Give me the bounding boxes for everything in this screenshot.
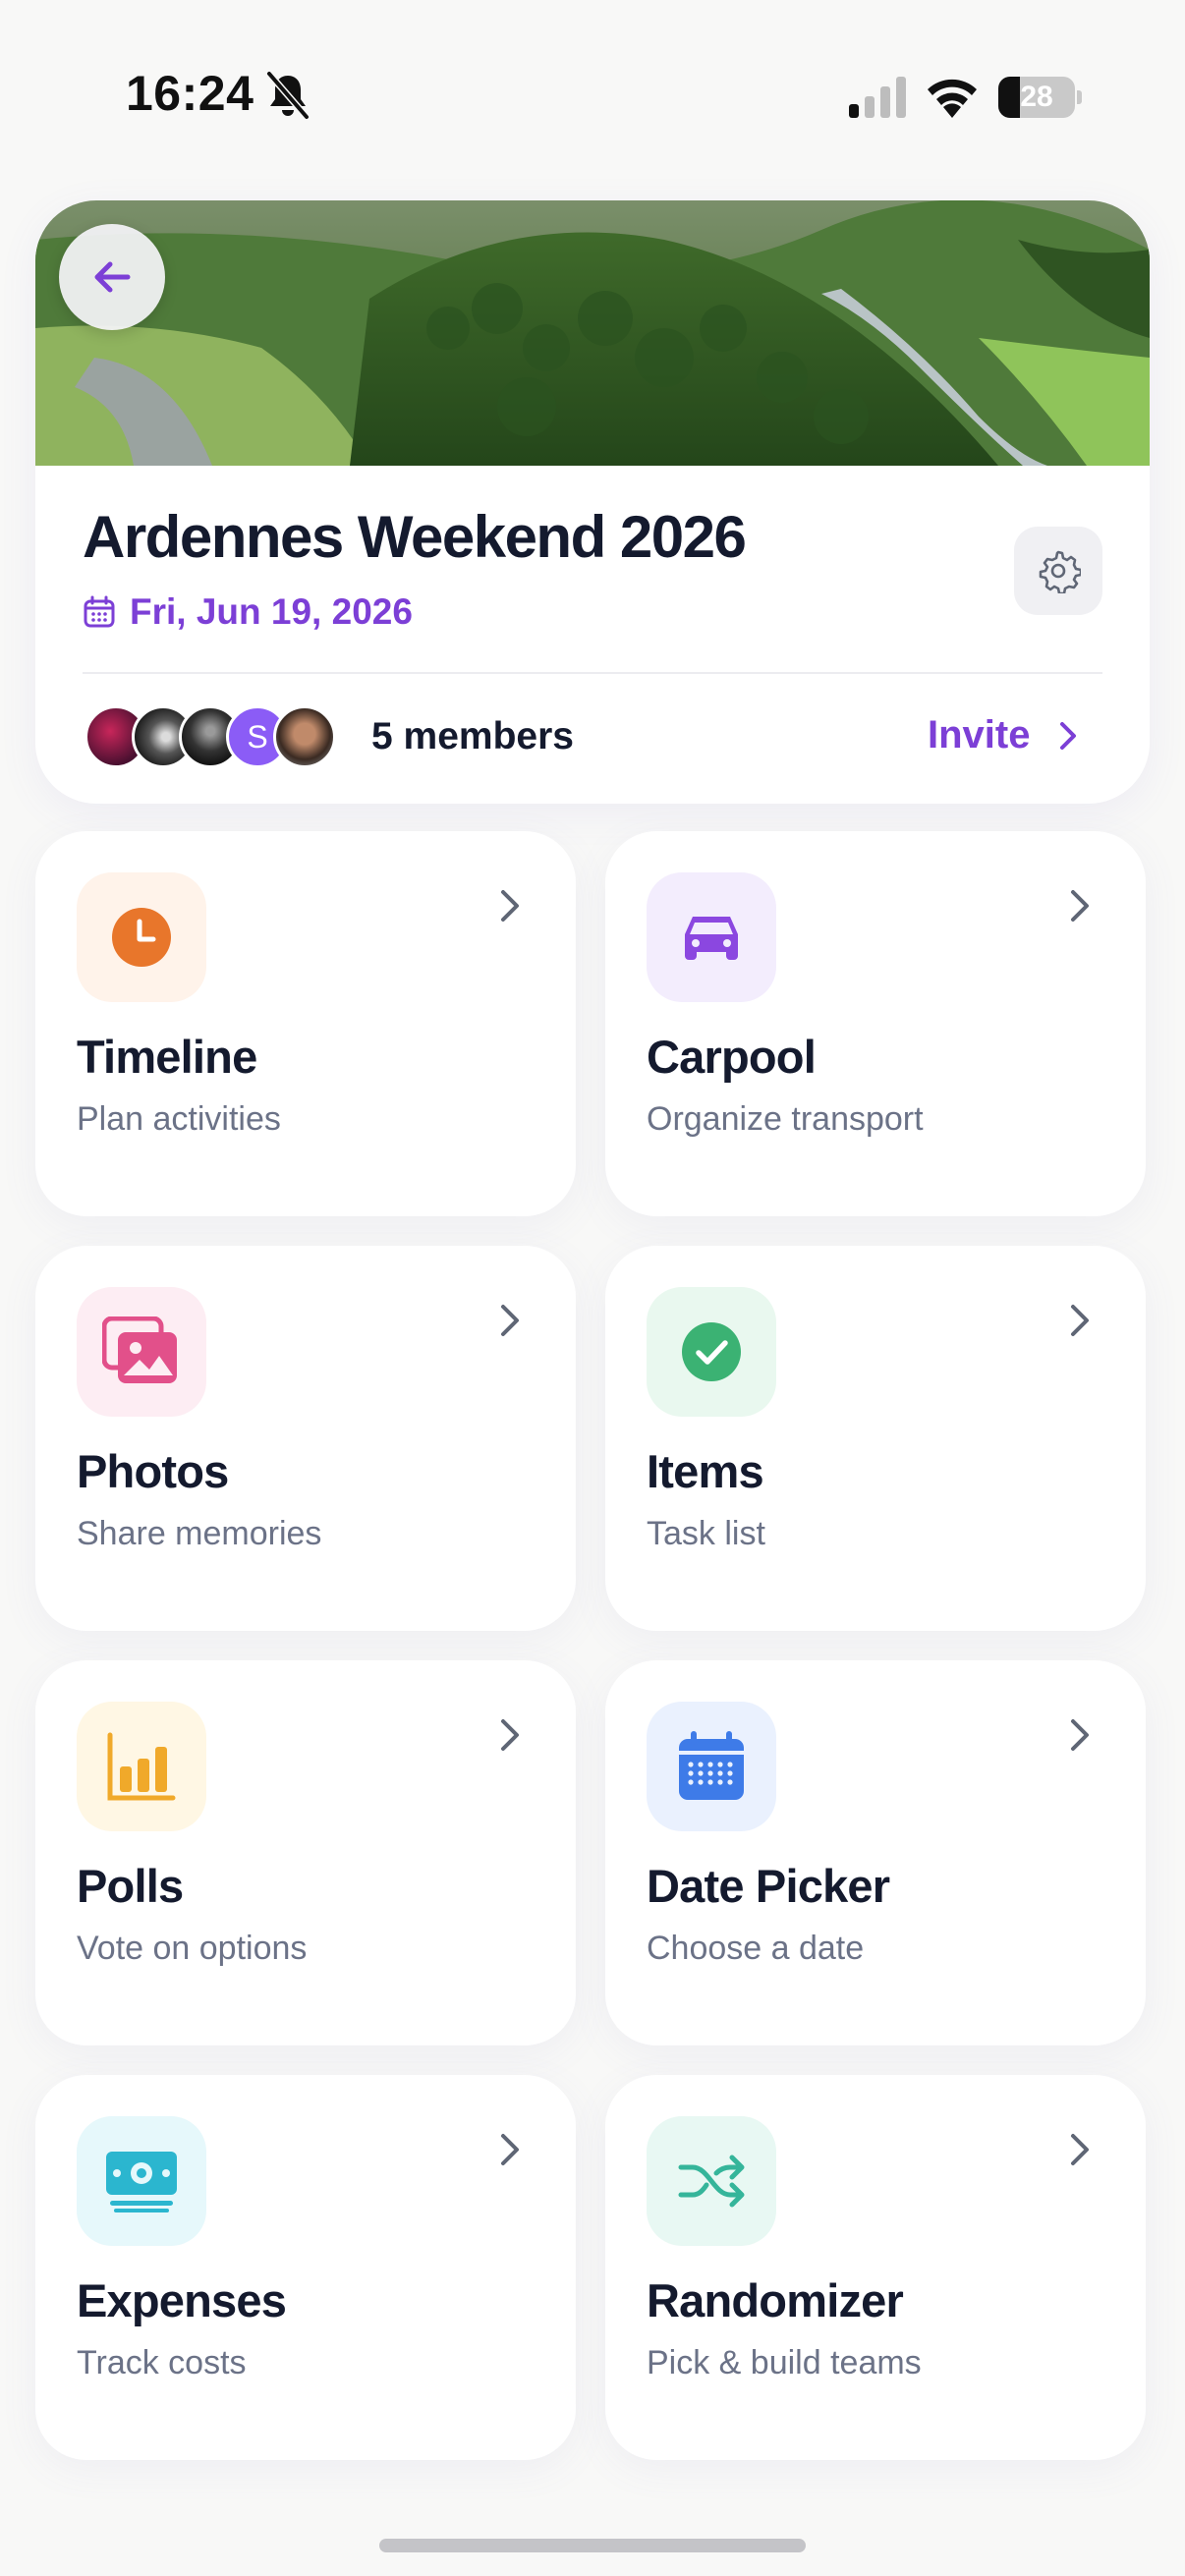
status-bar: 16:24 28 [0, 0, 1185, 187]
feature-card-randomizer[interactable]: Randomizer Pick & build teams [605, 2075, 1146, 2460]
calendar-icon [84, 595, 115, 628]
chevron-right-icon [1060, 721, 1077, 750]
chevron-right-icon [1071, 1305, 1089, 1336]
feature-card-timeline[interactable]: Timeline Plan activities [35, 831, 576, 1216]
feature-title: Randomizer [647, 2274, 904, 2326]
feature-card-carpool[interactable]: Carpool Organize transport [605, 831, 1146, 1216]
feature-subtitle: Choose a date [647, 1930, 865, 1967]
chevron-right-icon [1071, 2134, 1089, 2165]
feature-subtitle: Share memories [77, 1515, 322, 1552]
feature-title: Date Picker [647, 1860, 890, 1912]
battery-icon: 28 [998, 77, 1082, 118]
feature-subtitle: Track costs [77, 2344, 247, 2381]
feature-card-date-picker[interactable]: Date Picker Choose a date [605, 1660, 1146, 2045]
feature-title: Expenses [77, 2274, 287, 2326]
trip-title: Ardennes Weekend 2026 [83, 504, 747, 570]
hero-landscape-image [35, 200, 1150, 466]
member-avatars[interactable]: S [85, 705, 340, 770]
feature-title: Carpool [647, 1031, 817, 1083]
status-time: 16:24 [126, 66, 254, 121]
header-divider [83, 672, 1102, 674]
feature-title: Polls [77, 1860, 184, 1912]
chevron-right-icon [1071, 890, 1089, 922]
feature-card-items[interactable]: Items Task list [605, 1246, 1146, 1631]
invite-label: Invite [928, 713, 1031, 756]
feature-card-photos[interactable]: Photos Share memories [35, 1246, 576, 1631]
feature-title: Items [647, 1445, 764, 1497]
back-button[interactable] [59, 224, 165, 330]
photos-icon [77, 1287, 206, 1417]
arrow-left-icon [94, 261, 131, 293]
wifi-icon [928, 79, 977, 118]
feature-subtitle: Pick & build teams [647, 2344, 922, 2381]
chevron-right-icon [501, 1719, 519, 1751]
chevron-right-icon [501, 2134, 519, 2165]
settings-button[interactable] [1014, 527, 1102, 615]
bar-chart-icon [77, 1702, 206, 1831]
gear-icon [1039, 550, 1081, 593]
chevron-right-icon [501, 1305, 519, 1336]
feature-subtitle: Plan activities [77, 1100, 281, 1138]
cash-icon [77, 2116, 206, 2246]
calendar-grid-icon [647, 1702, 776, 1831]
bell-slash-icon [266, 71, 310, 120]
feature-subtitle: Task list [647, 1515, 765, 1552]
chevron-right-icon [501, 890, 519, 922]
car-icon [647, 872, 776, 1002]
cellular-signal-icon [849, 77, 906, 118]
feature-subtitle: Vote on options [77, 1930, 308, 1967]
trip-header-card: Ardennes Weekend 2026 Fri, Jun 19, 2026 … [35, 200, 1150, 804]
members-count: 5 members [371, 715, 574, 757]
invite-button[interactable]: Invite [928, 713, 1079, 757]
feature-card-polls[interactable]: Polls Vote on options [35, 1660, 576, 2045]
feature-title: Timeline [77, 1031, 257, 1083]
clock-icon [77, 872, 206, 1002]
battery-level: 28 [1020, 81, 1053, 113]
chevron-right-icon [1071, 1719, 1089, 1751]
feature-title: Photos [77, 1445, 229, 1497]
check-circle-icon [647, 1287, 776, 1417]
avatar [273, 705, 336, 768]
feature-subtitle: Organize transport [647, 1100, 924, 1138]
feature-card-expenses[interactable]: Expenses Track costs [35, 2075, 576, 2460]
trip-date-row: Fri, Jun 19, 2026 [83, 591, 413, 633]
shuffle-icon [647, 2116, 776, 2246]
home-indicator[interactable] [379, 2539, 806, 2552]
trip-date: Fri, Jun 19, 2026 [130, 591, 413, 632]
